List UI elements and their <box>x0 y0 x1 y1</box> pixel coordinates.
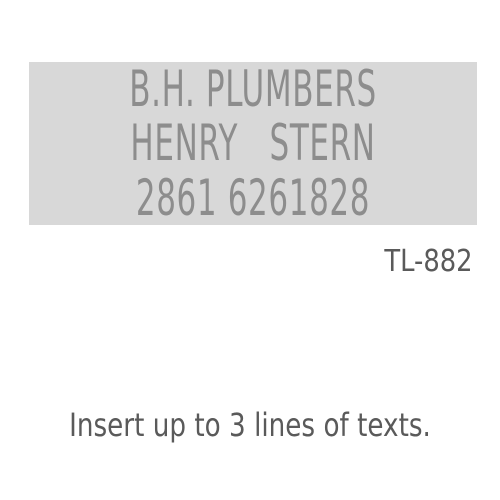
stamp-text-line-2: HENRY STERN <box>130 114 376 172</box>
stamp-preview-plate: B.H. PLUMBERS HENRY STERN 2861 6261828 <box>29 62 477 225</box>
stamp-text-line-1: B.H. PLUMBERS <box>129 60 377 118</box>
stamp-text-line-3: 2861 6261828 <box>135 169 371 227</box>
product-model-code: TL-882 <box>384 244 473 279</box>
instruction-text: Insert up to 3 lines of texts. <box>69 406 431 444</box>
